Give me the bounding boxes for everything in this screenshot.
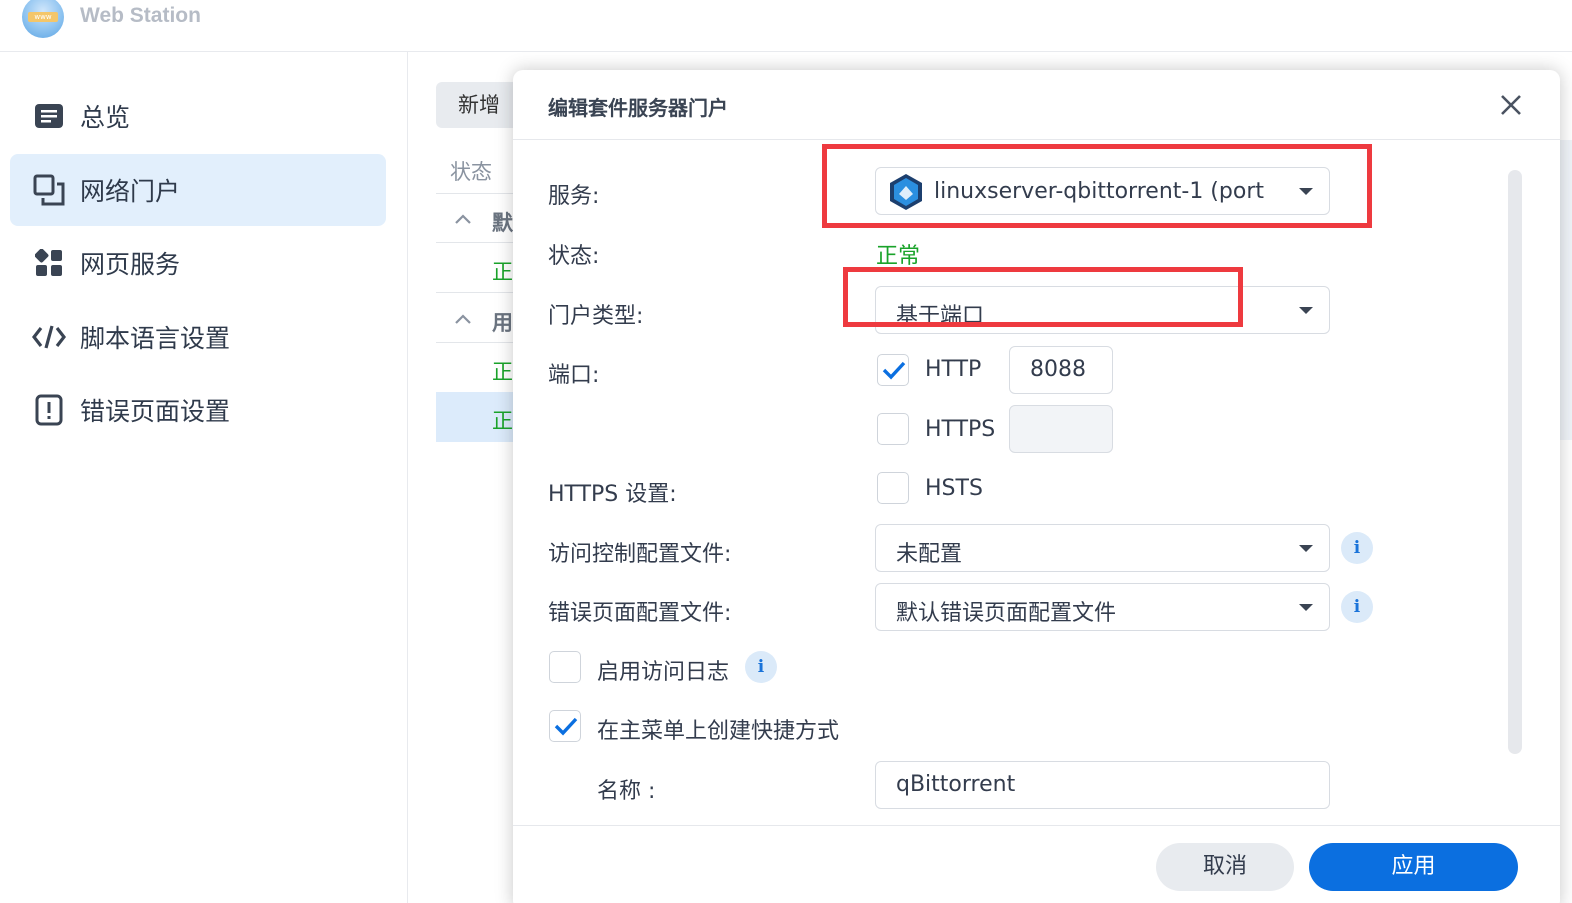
code-icon [32,320,66,354]
sidebar: 总览 网络门户 网页服务 脚本语言设置 错误页面设置 [0,52,408,903]
service-label: 服务: [548,184,600,209]
sidebar-item-portal[interactable]: 网络门户 [10,154,386,226]
edit-portal-dialog: 编辑套件服务器门户 服务: linuxserver-qbittorrent-1 … [513,70,1560,903]
port-label: 端口: [548,363,600,388]
access-log-label: 启用访问日志 [597,660,730,685]
name-label: 名称 : [597,779,656,804]
background-panel-edge [1560,140,1572,440]
row-status: 正 [492,409,513,433]
apply-button[interactable]: 应用 [1309,843,1518,891]
chevron-down-icon [1299,545,1313,552]
dialog-scrollbar[interactable] [1508,170,1522,754]
sidebar-item-web-service[interactable]: 网页服务 [10,227,386,299]
collapse-chevron-icon[interactable] [454,310,472,328]
status-label: 状态: [548,244,600,269]
https-checkbox[interactable] [877,413,909,445]
http-port-input[interactable]: 8088 [1009,346,1113,394]
app-title: Web Station [80,4,201,27]
web-service-icon [32,246,66,280]
sidebar-item-label: 错误页面设置 [80,397,231,426]
collapse-chevron-icon[interactable] [454,210,472,228]
hsts-label: HSTS [925,476,983,501]
dialog-title: 编辑套件服务器门户 [548,96,728,120]
access-control-select[interactable]: 未配置 [875,524,1330,572]
chevron-down-icon [1299,604,1313,611]
sidebar-item-error-page[interactable]: 错误页面设置 [10,374,386,446]
info-icon[interactable]: i [1341,532,1373,564]
web-station-logo: www [22,0,64,38]
error-page-icon [32,393,66,427]
error-page-config-select[interactable]: 默认错误页面配置文件 [875,583,1330,631]
info-icon[interactable]: i [1341,591,1373,623]
logo-www-label: www [28,12,58,22]
group-label: 用 [492,311,513,335]
sidebar-item-label: 脚本语言设置 [80,324,231,353]
name-input[interactable]: qBittorrent [875,761,1330,809]
sidebar-item-overview[interactable]: 总览 [10,80,386,152]
https-label: HTTPS [925,417,996,442]
info-icon[interactable]: i [745,651,777,683]
overview-icon [32,99,66,133]
row-status: 正 [492,260,513,284]
http-checkbox[interactable] [877,354,909,386]
sidebar-item-label: 总览 [80,103,131,132]
http-label: HTTP [925,357,982,382]
sidebar-item-script-language[interactable]: 脚本语言设置 [10,301,386,373]
sidebar-item-label: 网络门户 [80,177,181,206]
dialog-footer: 取消 应用 [513,825,1560,903]
row-status: 正 [492,360,513,384]
access-control-select-value: 未配置 [896,542,963,567]
portal-type-label: 门户类型: [548,304,644,329]
access-control-label: 访问控制配置文件: [548,542,732,567]
https-settings-label: HTTPS 设置: [548,482,677,507]
dialog-header: 编辑套件服务器门户 [513,70,1560,140]
highlight-box-portal-type [843,267,1243,327]
hsts-checkbox[interactable] [877,472,909,504]
error-page-config-label: 错误页面配置文件: [548,601,732,626]
group-label: 默 [492,211,513,235]
access-log-checkbox[interactable] [549,651,581,683]
status-value: 正常 [876,244,921,269]
app-header: www Web Station [0,0,1572,52]
cancel-button[interactable]: 取消 [1156,843,1294,891]
chevron-down-icon [1299,307,1313,314]
sidebar-item-label: 网页服务 [80,250,181,279]
shortcut-checkbox[interactable] [549,710,581,742]
highlight-box-service [822,144,1372,228]
close-icon[interactable] [1498,92,1524,118]
checkmark-icon [882,361,906,380]
portal-icon [32,173,66,207]
https-port-input[interactable] [1009,405,1113,453]
checkmark-icon [554,717,578,736]
column-header-status: 状态 [450,160,492,184]
shortcut-label: 在主菜单上创建快捷方式 [597,719,840,744]
error-page-config-select-value: 默认错误页面配置文件 [896,601,1117,626]
